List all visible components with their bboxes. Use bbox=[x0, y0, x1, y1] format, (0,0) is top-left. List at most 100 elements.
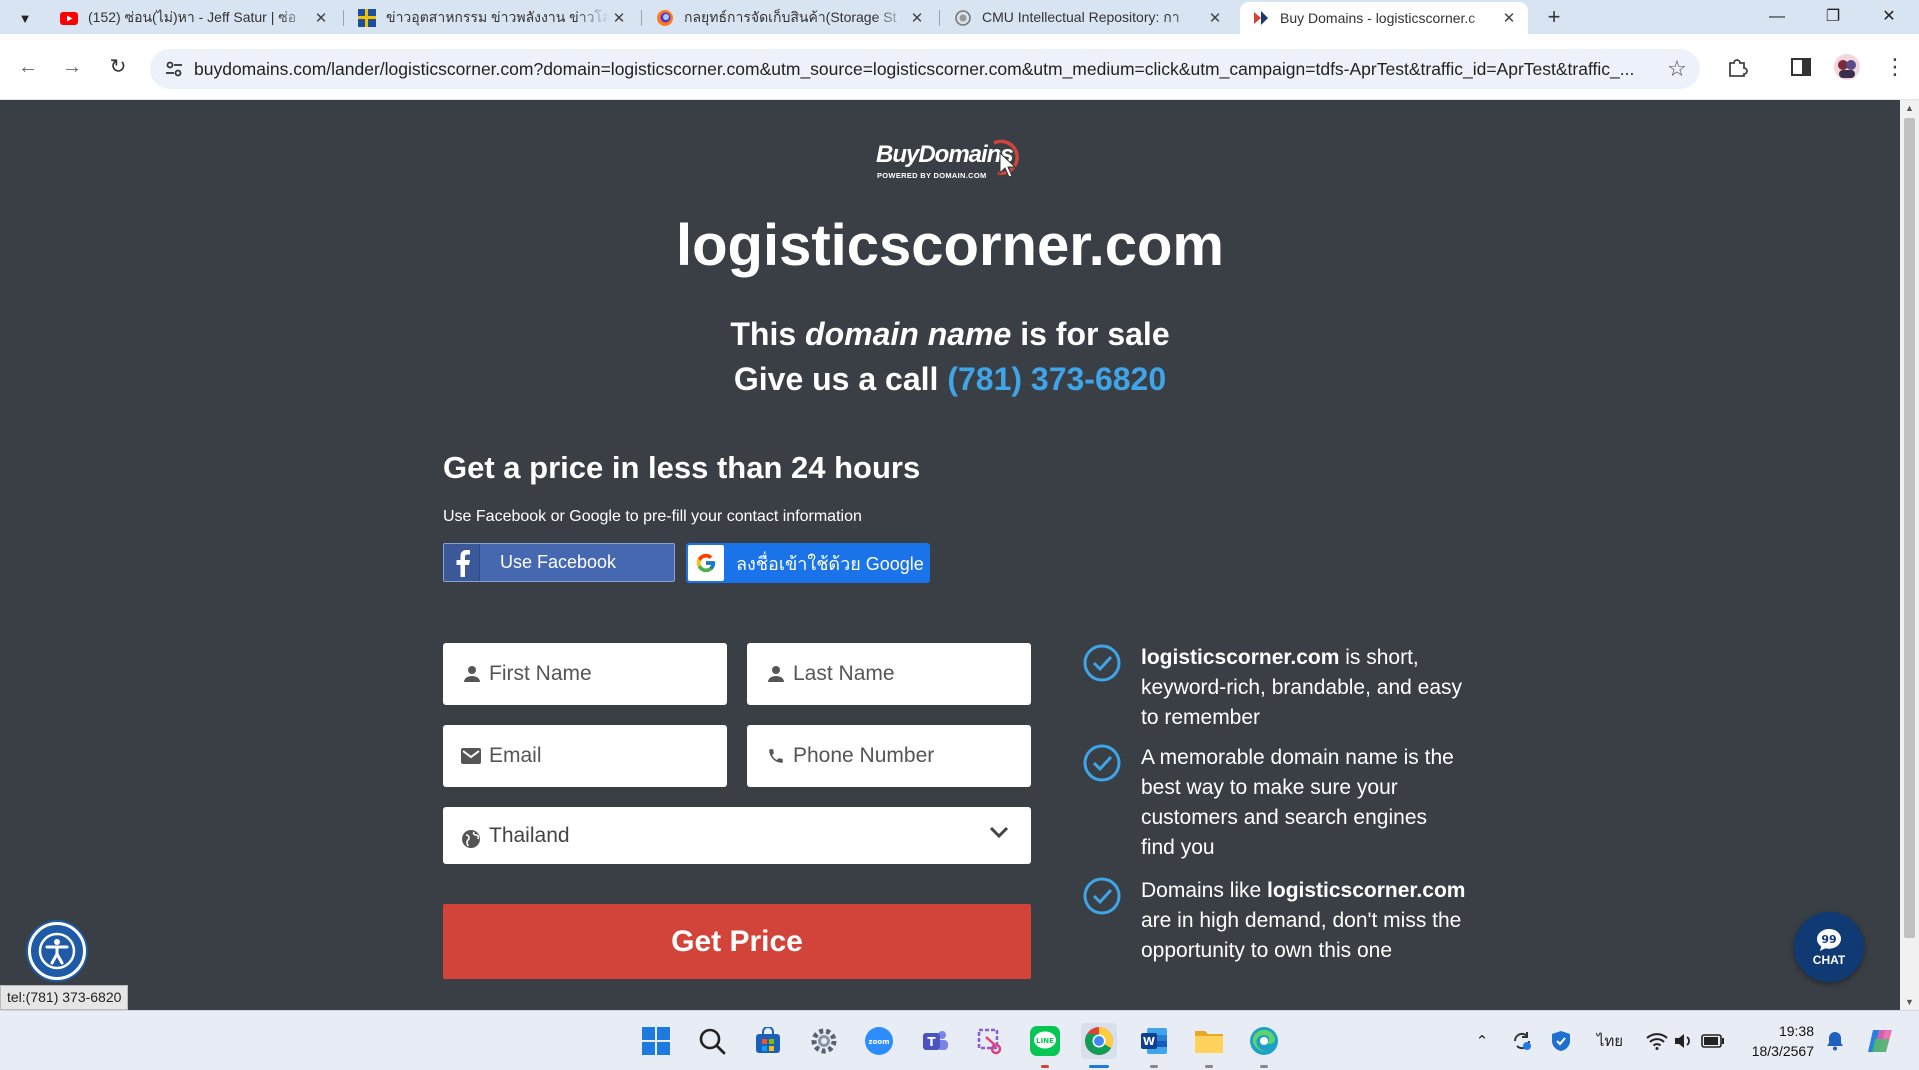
logo-powered-text: POWERED BY DOMAIN.COM bbox=[877, 171, 987, 180]
scroll-down-arrow-icon[interactable]: ▼ bbox=[1900, 994, 1919, 1010]
restore-icon[interactable]: ❐ bbox=[1806, 2, 1860, 32]
buydomains-logo[interactable]: BuyDomains POWERED BY DOMAIN.COM bbox=[876, 137, 1026, 187]
chrome-icon[interactable] bbox=[1081, 1023, 1117, 1059]
person-icon bbox=[747, 665, 793, 683]
last-name-field[interactable]: Last Name bbox=[747, 643, 1031, 705]
get-price-button[interactable]: Get Price bbox=[443, 904, 1031, 979]
new-tab-plus-icon[interactable]: + bbox=[1540, 4, 1568, 32]
tab-youtube[interactable]: (152) ซ่อน(ไม่)หา - Jeff Satur | ซ่อ ✕ bbox=[48, 2, 340, 34]
side-panel-icon[interactable] bbox=[1786, 52, 1816, 82]
edge-icon[interactable] bbox=[1246, 1023, 1282, 1059]
check-circle-icon bbox=[1083, 744, 1121, 782]
tab-title: ข่าวอุตสาหกรรม ข่าวพลังงาน ข่าวโล bbox=[386, 9, 610, 25]
email-placeholder: Email bbox=[489, 744, 542, 767]
tab-title: (152) ซ่อน(ไม่)หา - Jeff Satur | ซ่อ bbox=[88, 9, 297, 25]
clock-date: 18/3/2567 bbox=[1751, 1043, 1814, 1059]
url-text: buydomains.com/lander/logisticscorner.co… bbox=[194, 58, 1635, 79]
benefit-text: A memorable domain name is the best way … bbox=[1141, 746, 1454, 859]
google-signin-button[interactable]: ลงชื่อเข้าใช้ด้วย Google bbox=[686, 543, 930, 583]
forward-arrow-icon[interactable]: → bbox=[56, 51, 88, 83]
notification-bell-icon[interactable] bbox=[1822, 1029, 1848, 1053]
back-arrow-icon[interactable]: ← bbox=[12, 51, 44, 83]
email-field[interactable]: Email bbox=[443, 725, 727, 787]
copilot-icon[interactable] bbox=[1862, 1029, 1898, 1053]
call-line: Give us a call (781) 373-6820 bbox=[0, 361, 1900, 398]
for-sale-line: This domain name is for sale bbox=[0, 316, 1900, 353]
chat-bubble-icon: 99 bbox=[1817, 928, 1841, 951]
sync-icon[interactable] bbox=[1508, 1029, 1536, 1053]
speaker-icon[interactable] bbox=[1672, 1029, 1696, 1053]
use-facebook-button[interactable]: Use Facebook bbox=[443, 543, 675, 582]
sale-suffix: is for sale bbox=[1020, 316, 1170, 352]
line-app-icon[interactable]: LINE bbox=[1027, 1023, 1063, 1059]
bookmark-star-icon[interactable]: ☆ bbox=[1654, 56, 1700, 82]
tab-search-chevron-icon[interactable]: ▼ bbox=[12, 5, 38, 31]
store-icon[interactable] bbox=[750, 1023, 786, 1059]
battery-icon[interactable] bbox=[1700, 1029, 1726, 1053]
zoom-icon[interactable]: zoom bbox=[861, 1023, 897, 1059]
security-shield-icon[interactable] bbox=[1548, 1029, 1574, 1053]
svg-text:W: W bbox=[1143, 1035, 1155, 1048]
firefox-icon bbox=[656, 10, 674, 26]
country-select[interactable]: Thailand bbox=[443, 807, 1031, 864]
reload-icon[interactable]: ↻ bbox=[102, 51, 134, 83]
check-circle-icon bbox=[1083, 877, 1121, 915]
tab-news[interactable]: ข่าวอุตสาหกรรม ข่าวพลังงาน ข่าวโล ✕ bbox=[346, 2, 638, 34]
extensions-icon[interactable] bbox=[1722, 52, 1752, 82]
close-tab-icon[interactable]: ✕ bbox=[610, 9, 628, 27]
close-tab-icon[interactable]: ✕ bbox=[312, 9, 330, 27]
teams-icon[interactable]: T bbox=[917, 1023, 953, 1059]
taskbar-clock[interactable]: 19:38 18/3/2567 bbox=[1742, 1021, 1814, 1061]
page-scrollbar[interactable]: ▲ ▼ bbox=[1900, 100, 1919, 1010]
file-explorer-icon[interactable] bbox=[1191, 1023, 1227, 1059]
tab-title: CMU Intellectual Repository: กา bbox=[982, 9, 1180, 25]
phone-link[interactable]: (781) 373-6820 bbox=[947, 361, 1166, 397]
snipping-tool-icon[interactable] bbox=[972, 1023, 1008, 1059]
language-indicator[interactable]: ไทย bbox=[1590, 1029, 1630, 1053]
more-menu-icon[interactable]: ⋮ bbox=[1880, 52, 1910, 82]
accessibility-button[interactable] bbox=[28, 922, 86, 980]
cursor-swoosh-icon bbox=[993, 139, 1019, 178]
show-hidden-icons-chevron-icon[interactable]: ⌃ bbox=[1470, 1029, 1494, 1053]
tab-storage-strategy[interactable]: กลยุทธ์การจัดเก็บสินค้า(Storage St ✕ bbox=[644, 2, 936, 34]
svg-text:99: 99 bbox=[1821, 933, 1836, 946]
news-icon bbox=[358, 9, 376, 27]
address-bar[interactable]: buydomains.com/lander/logisticscorner.co… bbox=[150, 49, 1700, 89]
prefill-note: Use Facebook or Google to pre-fill your … bbox=[443, 508, 862, 525]
search-icon[interactable] bbox=[694, 1023, 730, 1059]
wifi-icon[interactable] bbox=[1644, 1029, 1670, 1053]
sale-prefix: This bbox=[730, 316, 797, 352]
landing-page: BuyDomains POWERED BY DOMAIN.COM logisti… bbox=[0, 100, 1900, 1010]
scroll-up-arrow-icon[interactable]: ▲ bbox=[1900, 100, 1919, 116]
chat-button[interactable]: 99 CHAT bbox=[1794, 912, 1864, 982]
domain-title: logisticscorner.com bbox=[676, 213, 1224, 278]
profile-avatar[interactable] bbox=[1832, 52, 1862, 82]
country-value: Thailand bbox=[489, 823, 570, 847]
close-tab-icon[interactable]: ✕ bbox=[1206, 9, 1224, 27]
word-icon[interactable]: W bbox=[1136, 1023, 1172, 1059]
repository-icon bbox=[954, 10, 972, 26]
google-icon bbox=[688, 545, 724, 581]
close-tab-icon[interactable]: ✕ bbox=[908, 9, 926, 27]
tab-cmu-repository[interactable]: CMU Intellectual Repository: กา ✕ bbox=[942, 2, 1234, 34]
windows-start-icon[interactable] bbox=[638, 1023, 674, 1059]
site-info-icon[interactable] bbox=[154, 49, 194, 89]
minimize-icon[interactable]: — bbox=[1750, 2, 1804, 32]
person-icon bbox=[443, 665, 489, 683]
benefit-text: Domains like logisticscorner.com are in … bbox=[1141, 879, 1466, 962]
close-tab-icon[interactable]: ✕ bbox=[1500, 9, 1518, 27]
svg-text:LINE: LINE bbox=[1036, 1037, 1054, 1045]
settings-gear-icon[interactable] bbox=[806, 1023, 842, 1059]
phone-field[interactable]: Phone Number bbox=[747, 725, 1031, 787]
phone-placeholder: Phone Number bbox=[793, 744, 935, 767]
first-name-placeholder: First Name bbox=[489, 662, 592, 685]
scroll-thumb[interactable] bbox=[1904, 118, 1915, 938]
call-prefix: Give us a call bbox=[733, 361, 939, 397]
benefit-domain: logisticscorner.com bbox=[1141, 646, 1340, 669]
accessibility-icon bbox=[38, 932, 76, 970]
tab-title: Buy Domains - logisticscorner.c bbox=[1280, 10, 1476, 26]
close-window-icon[interactable]: ✕ bbox=[1862, 2, 1916, 32]
first-name-field[interactable]: First Name bbox=[443, 643, 727, 705]
tab-buy-domains[interactable]: Buy Domains - logisticscorner.c ✕ bbox=[1240, 2, 1528, 34]
svg-text:zoom: zoom bbox=[869, 1038, 890, 1046]
